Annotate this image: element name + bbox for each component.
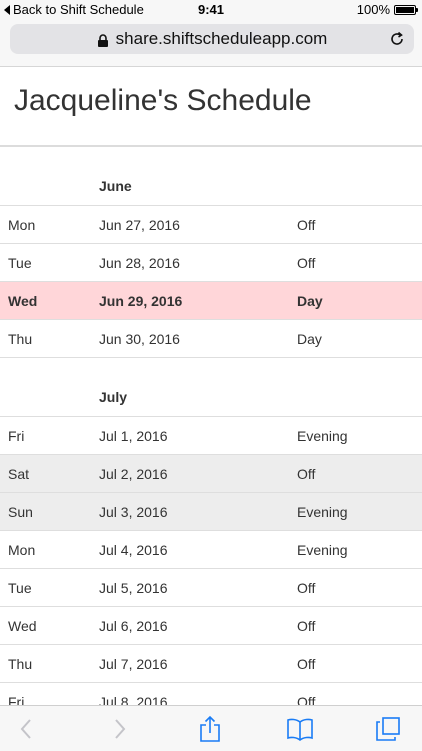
date-cell: Jul 6, 2016 (99, 618, 168, 634)
back-arrow-icon (20, 719, 31, 739)
shift-cell: Off (297, 656, 316, 672)
share-button[interactable] (196, 715, 224, 743)
battery-fill (396, 6, 414, 13)
month-header: June (0, 166, 422, 206)
date-cell: Jul 3, 2016 (99, 504, 168, 520)
date-cell: Jul 7, 2016 (99, 656, 168, 672)
shift-cell: Evening (297, 428, 348, 444)
lock-icon (97, 33, 108, 47)
schedule-list: June Mon Jun 27, 2016 Off Tue Jun 28, 2016 Off… (0, 166, 422, 721)
month-name: June (99, 178, 132, 194)
schedule-row: Sun Jul 3, 2016 Evening (0, 493, 422, 531)
shift-cell: Off (297, 255, 316, 271)
bookmarks-icon (287, 718, 313, 741)
schedule-row: Fri Jul 1, 2016 Evening (0, 417, 422, 455)
back-button[interactable] (12, 715, 40, 743)
day-cell: Wed (8, 293, 38, 309)
shift-cell: Off (297, 217, 316, 233)
date-cell: Jul 5, 2016 (99, 580, 168, 596)
date-cell: Jun 28, 2016 (99, 255, 180, 271)
shift-cell: Day (297, 293, 323, 309)
schedule-row: Tue Jun 28, 2016 Off (0, 244, 422, 282)
shift-cell: Off (297, 580, 316, 596)
status-bar: Back to Shift Schedule 9:41 100% (0, 0, 422, 20)
url-text: share.shiftscheduleapp.com (115, 29, 328, 48)
bookmarks-button[interactable] (286, 715, 314, 743)
share-icon (200, 715, 220, 742)
shift-cell: Off (297, 618, 316, 634)
day-cell: Mon (8, 217, 36, 233)
browser-toolbar (0, 705, 422, 751)
schedule-row: Mon Jun 27, 2016 Off (0, 206, 422, 244)
browser-address-area: share.shiftscheduleapp.com (0, 20, 422, 67)
schedule-row: Mon Jul 4, 2016 Evening (0, 531, 422, 569)
date-cell: Jul 4, 2016 (99, 542, 168, 558)
day-cell: Wed (8, 618, 37, 634)
schedule-row: Thu Jun 30, 2016 Day (0, 320, 422, 358)
shift-cell: Off (297, 466, 316, 482)
page-title: Jacqueline's Schedule (14, 84, 312, 117)
day-cell: Fri (8, 428, 25, 444)
date-cell: Jun 27, 2016 (99, 217, 180, 233)
month-name: July (99, 389, 128, 405)
date-cell: Jul 1, 2016 (99, 428, 168, 444)
date-cell: Jun 29, 2016 (99, 293, 183, 309)
schedule-row: Sat Jul 2, 2016 Off (0, 455, 422, 493)
schedule-row: Wed Jul 6, 2016 Off (0, 607, 422, 645)
day-cell: Tue (8, 255, 32, 271)
month-spacer (0, 358, 422, 377)
battery-percent: 100% (356, 2, 390, 17)
reload-icon[interactable] (389, 31, 405, 47)
tabs-icon (376, 717, 400, 741)
shift-cell: Day (297, 331, 322, 347)
battery-indicator: 100% (356, 2, 418, 17)
day-cell: Thu (8, 331, 33, 347)
day-cell: Tue (8, 580, 32, 596)
date-cell: Jun 30, 2016 (99, 331, 180, 347)
tabs-button[interactable] (374, 715, 402, 743)
title-divider (0, 145, 422, 147)
forward-button[interactable] (106, 715, 134, 743)
day-cell: Sun (8, 504, 33, 520)
day-cell: Mon (8, 542, 36, 558)
address-bar[interactable]: share.shiftscheduleapp.com (10, 24, 414, 54)
battery-icon (394, 4, 418, 15)
month-header: July (0, 377, 422, 417)
day-cell: Sat (8, 466, 30, 482)
schedule-row-today: Wed Jun 29, 2016 Day (0, 282, 422, 320)
day-cell: Thu (8, 656, 33, 672)
shift-cell: Evening (297, 542, 348, 558)
schedule-row: Tue Jul 5, 2016 Off (0, 569, 422, 607)
schedule-row: Thu Jul 7, 2016 Off (0, 645, 422, 683)
date-cell: Jul 2, 2016 (99, 466, 168, 482)
forward-arrow-icon (115, 719, 126, 739)
shift-cell: Evening (297, 504, 348, 520)
